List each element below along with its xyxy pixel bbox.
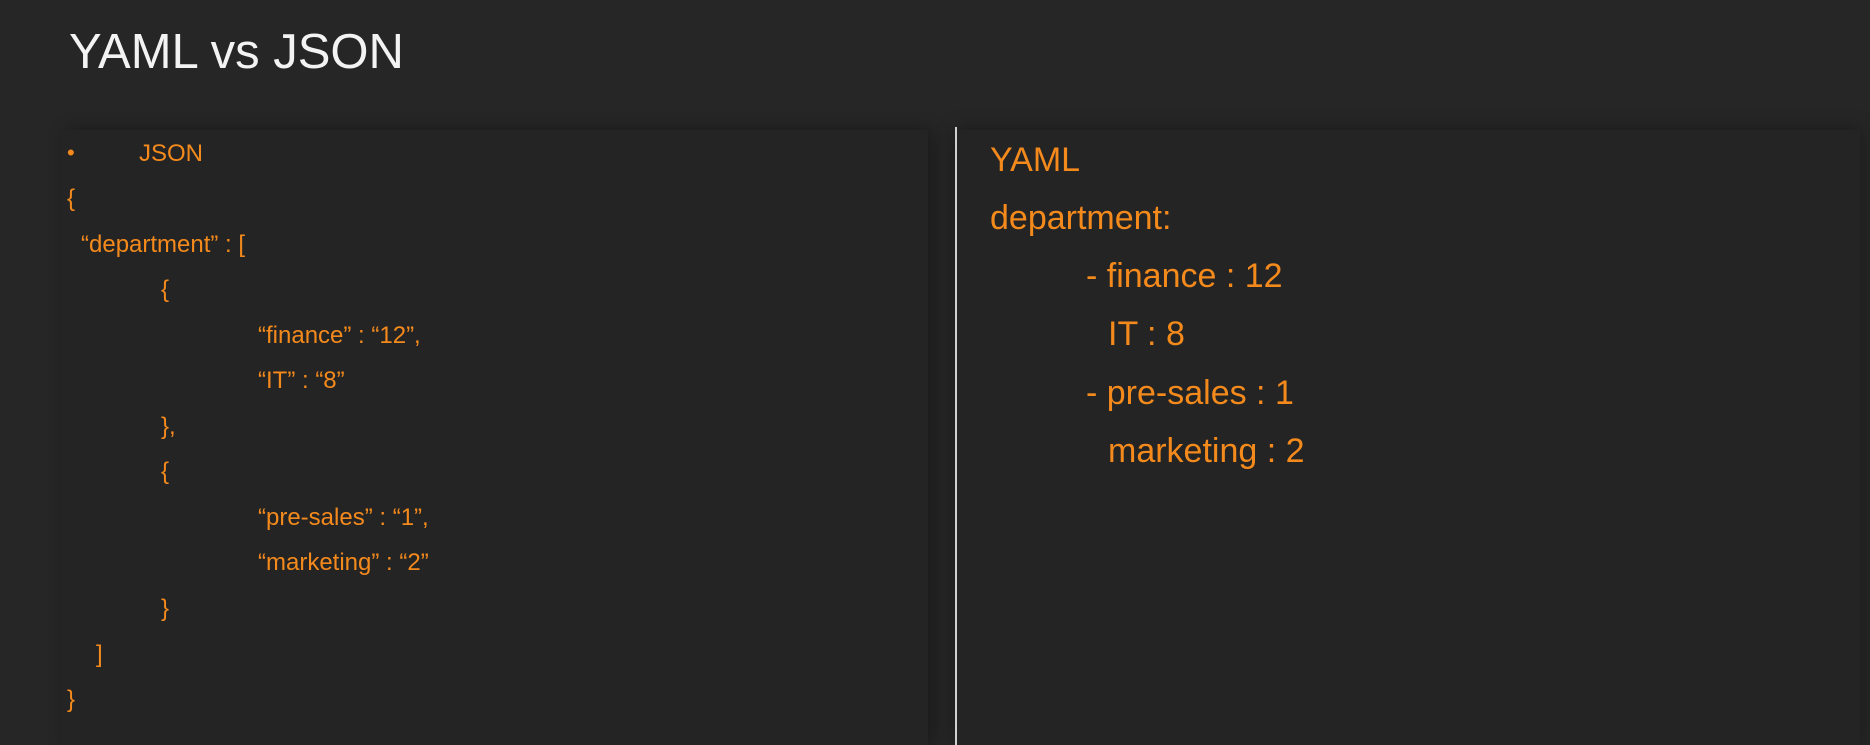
yaml-line: IT : 8 bbox=[1108, 315, 1185, 353]
json-line: “marketing” : “2” bbox=[258, 549, 429, 576]
slide-title: YAML vs JSON bbox=[69, 25, 404, 79]
yaml-line: - finance : 12 bbox=[1086, 257, 1283, 295]
json-line: }, bbox=[161, 413, 176, 440]
json-panel bbox=[62, 130, 928, 745]
yaml-line: - pre-sales : 1 bbox=[1086, 374, 1294, 412]
yaml-line: marketing : 2 bbox=[1108, 432, 1305, 470]
json-line: { bbox=[161, 276, 170, 303]
json-line: “IT” : “8” bbox=[258, 367, 345, 394]
json-line: “department” : [ bbox=[81, 231, 246, 258]
json-line: } bbox=[67, 686, 76, 713]
slide: YAML vs JSON • JSON { “department” : [ {… bbox=[0, 0, 1870, 745]
json-line: ] bbox=[96, 641, 103, 668]
yaml-heading: YAML bbox=[990, 141, 1081, 179]
json-line: { bbox=[67, 185, 76, 212]
json-line: “pre-sales” : “1”, bbox=[258, 504, 429, 531]
json-heading: JSON bbox=[139, 140, 204, 167]
bullet-icon: • bbox=[67, 140, 75, 165]
yaml-line: department: bbox=[990, 199, 1172, 237]
column-divider bbox=[955, 127, 957, 745]
json-line: { bbox=[161, 458, 170, 485]
json-line: } bbox=[161, 595, 170, 622]
json-line: “finance” : “12”, bbox=[258, 322, 421, 349]
